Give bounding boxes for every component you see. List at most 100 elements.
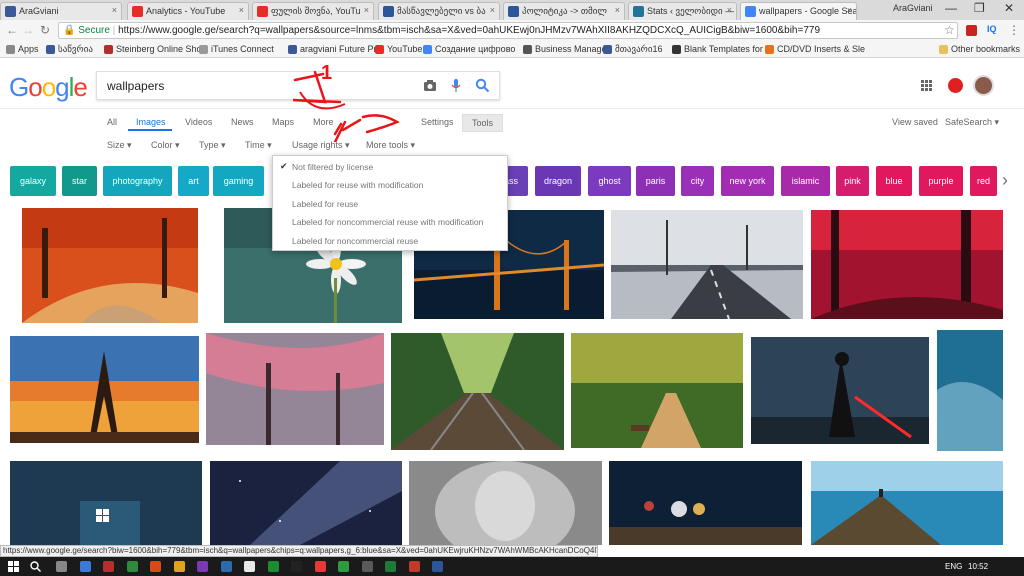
filter-chip[interactable]: galaxy xyxy=(10,166,56,196)
search-icon[interactable] xyxy=(30,561,41,572)
tab-videos[interactable]: Videos xyxy=(185,117,212,127)
filter-chip[interactable]: dragon xyxy=(535,166,581,196)
browser-tab[interactable]: AraGviani × xyxy=(0,2,122,20)
browser-tab[interactable]: მასწავლებელი vs ბა × xyxy=(378,2,500,20)
filter-chip[interactable]: art xyxy=(178,166,209,196)
close-tab-icon[interactable]: × xyxy=(727,5,732,15)
menu-item-reuse[interactable]: Labeled for reuse xyxy=(292,199,358,209)
star-icon[interactable]: ☆ xyxy=(944,23,955,37)
minimize-button[interactable]: — xyxy=(945,1,957,15)
filter-chip[interactable]: city xyxy=(681,166,714,196)
filter-chip[interactable]: red xyxy=(970,166,997,196)
taskbar-app-icon[interactable] xyxy=(408,561,420,572)
back-icon[interactable]: ← xyxy=(6,23,18,37)
menu-item-noncommercial-modification[interactable]: Labeled for noncommercial reuse with mod… xyxy=(292,217,483,227)
taskbar-app-icon[interactable] xyxy=(291,561,302,572)
search-icon[interactable] xyxy=(475,78,490,93)
close-tab-icon[interactable]: × xyxy=(364,5,369,15)
taskbar-app-icon[interactable] xyxy=(150,561,161,572)
close-tab-icon[interactable]: × xyxy=(239,5,244,15)
filter-chip[interactable]: star xyxy=(62,166,97,196)
image-result[interactable] xyxy=(611,210,803,319)
tab-all[interactable]: All xyxy=(107,117,117,127)
notification-icon[interactable] xyxy=(948,78,963,93)
image-result[interactable] xyxy=(811,210,1003,319)
google-logo[interactable]: Google xyxy=(9,72,88,103)
taskbar-app-icon[interactable] xyxy=(244,561,255,572)
menu-item-noncommercial[interactable]: Labeled for noncommercial reuse xyxy=(292,236,418,246)
search-input[interactable]: wallpapers xyxy=(107,79,164,93)
browser-tab[interactable]: პოლიტიკა -> თმილ × xyxy=(503,2,625,20)
taskbar-app-icon[interactable] xyxy=(79,561,91,572)
taskbar-app-icon[interactable] xyxy=(361,561,373,572)
image-result[interactable] xyxy=(206,333,384,445)
taskbar-app-icon[interactable] xyxy=(173,561,185,572)
mic-icon[interactable] xyxy=(451,78,461,93)
filter-chip[interactable]: photography xyxy=(103,166,172,196)
taskbar-app-icon[interactable] xyxy=(338,561,349,572)
bookmark-item[interactable]: Steinberg Online Sho xyxy=(104,44,202,54)
extension-icon[interactable] xyxy=(966,25,977,36)
taskbar-app-icon[interactable] xyxy=(103,561,114,572)
filter-chip[interactable]: purple xyxy=(919,166,963,196)
apps-grid-icon[interactable] xyxy=(921,80,932,91)
bookmark-item[interactable]: საწვრია xyxy=(46,44,93,55)
taskbar-app-icon[interactable] xyxy=(126,561,138,572)
bookmark-item[interactable]: Other bookmarks xyxy=(939,44,1020,54)
windows-start-icon[interactable] xyxy=(8,561,19,572)
bookmark-item[interactable]: Apps xyxy=(6,44,39,54)
color-filter[interactable]: Color ▾ xyxy=(151,140,180,151)
language-indicator[interactable]: ENG xyxy=(945,562,962,571)
close-tab-icon[interactable]: × xyxy=(615,5,620,15)
tab-news[interactable]: News xyxy=(231,117,254,127)
bookmark-item[interactable]: Создание цифрово xyxy=(423,44,515,54)
forward-icon[interactable]: → xyxy=(22,23,34,37)
taskbar-app-icon[interactable] xyxy=(314,561,326,572)
browser-tab[interactable]: Analytics - YouTube × xyxy=(127,2,249,20)
image-result[interactable] xyxy=(409,461,602,545)
filter-chip[interactable]: blue xyxy=(876,166,912,196)
settings-link[interactable]: Settings xyxy=(421,117,454,127)
close-window-button[interactable]: ✕ xyxy=(1004,1,1014,15)
view-saved-link[interactable]: View saved xyxy=(892,117,938,127)
image-result[interactable] xyxy=(10,461,202,545)
bookmark-item[interactable]: მთავარი16 xyxy=(603,44,663,55)
bookmark-item[interactable]: aragviani Future Proj xyxy=(288,44,384,54)
camera-icon[interactable] xyxy=(423,79,437,92)
image-result[interactable] xyxy=(210,461,402,545)
taskbar-app-icon[interactable] xyxy=(432,561,443,572)
image-result[interactable] xyxy=(811,461,1003,545)
menu-item-not-filtered[interactable]: Not filtered by license xyxy=(292,162,373,172)
filter-chip[interactable]: gaming xyxy=(213,166,264,196)
menu-icon[interactable]: ⋮ xyxy=(1008,23,1020,37)
taskbar-app-icon[interactable] xyxy=(197,561,208,572)
size-filter[interactable]: Size ▾ xyxy=(107,140,132,151)
bookmark-item[interactable]: YouTube xyxy=(375,44,422,54)
browser-tab[interactable]: Stats ‹ ველობიდი — × xyxy=(628,2,737,20)
image-result[interactable] xyxy=(10,336,199,443)
chevron-right-icon[interactable]: › xyxy=(997,166,1013,196)
image-result[interactable] xyxy=(609,461,802,545)
bookmark-item[interactable]: Business Manager xyxy=(523,44,610,54)
image-result[interactable] xyxy=(571,333,743,448)
taskbar-app-icon[interactable] xyxy=(385,561,396,572)
filter-chip[interactable]: new york xyxy=(721,166,774,196)
image-result[interactable] xyxy=(391,333,564,450)
iq-extension-icon[interactable]: IQ xyxy=(987,24,997,34)
tools-button[interactable]: Tools xyxy=(462,114,504,132)
filter-chip[interactable]: islamic xyxy=(781,166,830,196)
filter-chip[interactable]: pink xyxy=(836,166,869,196)
filter-chip[interactable]: ghost xyxy=(588,166,631,196)
image-result[interactable] xyxy=(751,337,929,444)
time-filter[interactable]: Time ▾ xyxy=(245,140,272,151)
avatar[interactable] xyxy=(973,75,994,96)
safesearch-menu[interactable]: SafeSearch ▾ xyxy=(945,117,999,128)
menu-item-reuse-modification[interactable]: Labeled for reuse with modification xyxy=(292,180,423,190)
address-bar[interactable]: 🔒 Secure | https://www.google.ge/search?… xyxy=(58,22,958,39)
reload-icon[interactable]: ↻ xyxy=(40,23,50,37)
clock[interactable]: 10:52 xyxy=(968,562,988,571)
image-result[interactable] xyxy=(22,208,198,323)
type-filter[interactable]: Type ▾ xyxy=(199,140,226,151)
image-result[interactable] xyxy=(937,330,1003,451)
close-tab-icon[interactable]: × xyxy=(490,5,495,15)
